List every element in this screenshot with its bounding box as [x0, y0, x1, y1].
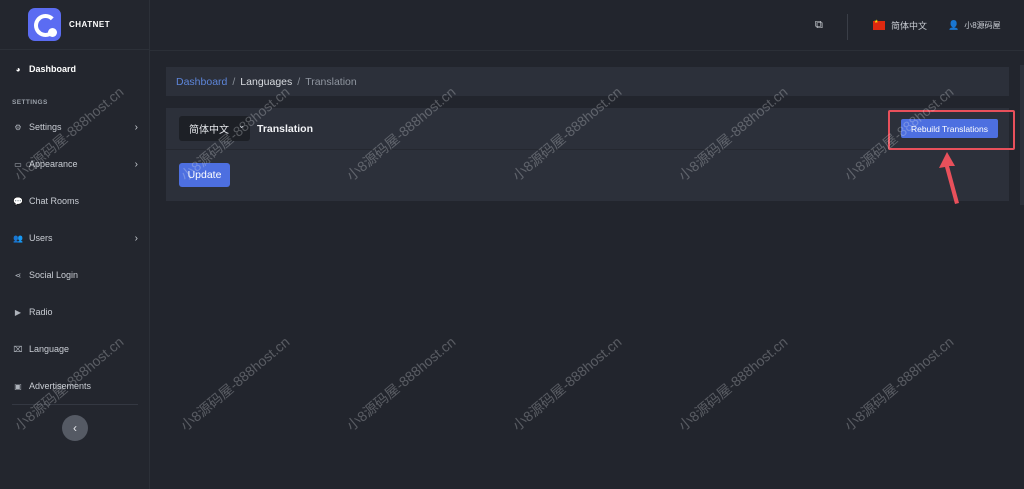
right-edge [1020, 65, 1024, 205]
window-icon: ▭ [14, 159, 22, 169]
brand-name: CHATNET [69, 20, 111, 29]
panel-title: Translation [257, 122, 314, 135]
sidebar-item-advertisements[interactable]: ▣ Advertisements [0, 375, 150, 397]
sidebar-divider [12, 404, 138, 405]
users-icon: 👥 [13, 233, 23, 243]
gear-icon: ⚙ [14, 122, 22, 132]
sidebar-item-settings[interactable]: ⚙ Settings › [0, 116, 150, 138]
watermark-text: 小8源码屋-888host.cn [841, 333, 957, 434]
watermark-text: 小8源码屋-888host.cn [675, 333, 791, 434]
china-flag-icon [873, 19, 885, 30]
translation-panel: 简体中文 ⌄ Translation Rebuild Translations … [166, 108, 1009, 201]
user-icon: 👤 [948, 20, 960, 30]
language-switcher-label: 简体中文 [891, 21, 928, 31]
watermark-text: 小8源码屋-888host.cn [343, 333, 459, 434]
topbar-divider [847, 14, 848, 40]
language-select[interactable]: 简体中文 ⌄ [179, 116, 250, 141]
update-button[interactable]: Update [179, 163, 230, 187]
sidebar-item-social-login[interactable]: ⋖ Social Login [0, 264, 150, 286]
breadcrumb-translation: Translation [305, 75, 357, 88]
chevron-right-icon: › [134, 121, 138, 133]
chat-icon: 💬 [13, 196, 23, 206]
annotation-arrow [939, 152, 959, 204]
chevron-right-icon: › [134, 158, 138, 170]
external-link-icon[interactable]: ⧉ [815, 19, 828, 32]
language-switcher[interactable]: 简体中文 [873, 19, 927, 32]
sidebar-item-label: Dashboard [29, 64, 77, 74]
sidebar-item-label: Appearance [29, 159, 78, 169]
highlight-box [888, 110, 1015, 150]
watermark-text: 小8源码屋-888host.cn [177, 333, 293, 434]
sidebar-item-label: Radio [29, 307, 53, 317]
user-menu[interactable]: 👤 小8源码屋 [948, 20, 1001, 31]
sidebar-item-dashboard[interactable]: ◕ Dashboard [0, 58, 150, 80]
sidebar-item-label: Advertisements [29, 381, 92, 391]
sidebar-item-radio[interactable]: ▶ Radio [0, 301, 150, 323]
breadcrumb: Dashboard / Languages / Translation [166, 67, 1009, 96]
dashboard-icon: ◕ [15, 64, 21, 74]
sidebar-item-label: Language [29, 344, 70, 354]
chatnet-logo-icon [28, 8, 61, 41]
sidebar-item-label: Settings [29, 122, 62, 132]
watermark-text: 小8源码屋-888host.cn [509, 333, 625, 434]
share-icon: ⋖ [14, 270, 22, 280]
chevron-left-icon: ‹ [73, 421, 77, 435]
sidebar: CHATNET ◕ Dashboard SETTINGS ⚙ Settings … [0, 0, 150, 489]
breadcrumb-separator: / [232, 75, 236, 88]
language-icon: ⌧ [13, 344, 23, 354]
breadcrumb-separator: / [297, 75, 301, 88]
sidebar-item-appearance[interactable]: ▭ Appearance › [0, 153, 150, 175]
sidebar-collapse-button[interactable]: ‹ [62, 415, 88, 441]
settings-section-label: SETTINGS [12, 99, 48, 106]
sidebar-item-users[interactable]: 👥 Users › [0, 227, 150, 249]
chevron-down-icon: ⌄ [238, 121, 245, 130]
sidebar-item-chat-rooms[interactable]: 💬 Chat Rooms [0, 190, 150, 212]
sidebar-item-label: Users [29, 233, 53, 243]
user-name: 小8源码屋 [964, 21, 1001, 30]
sidebar-item-label: Chat Rooms [29, 196, 80, 206]
chevron-right-icon: › [134, 232, 138, 244]
breadcrumb-dashboard[interactable]: Dashboard [176, 76, 227, 88]
sidebar-item-label: Social Login [29, 270, 79, 280]
breadcrumb-languages[interactable]: Languages [240, 76, 292, 88]
topbar: ⧉ 简体中文 👤 小8源码屋 [150, 0, 1024, 51]
brand[interactable]: CHATNET [0, 0, 149, 50]
play-circle-icon: ▶ [14, 307, 22, 317]
language-select-value: 简体中文 [189, 125, 229, 136]
ad-icon: ▣ [14, 381, 22, 391]
sidebar-item-language[interactable]: ⌧ Language [0, 338, 150, 360]
panel-header: 简体中文 ⌄ Translation Rebuild Translations [166, 108, 1009, 150]
